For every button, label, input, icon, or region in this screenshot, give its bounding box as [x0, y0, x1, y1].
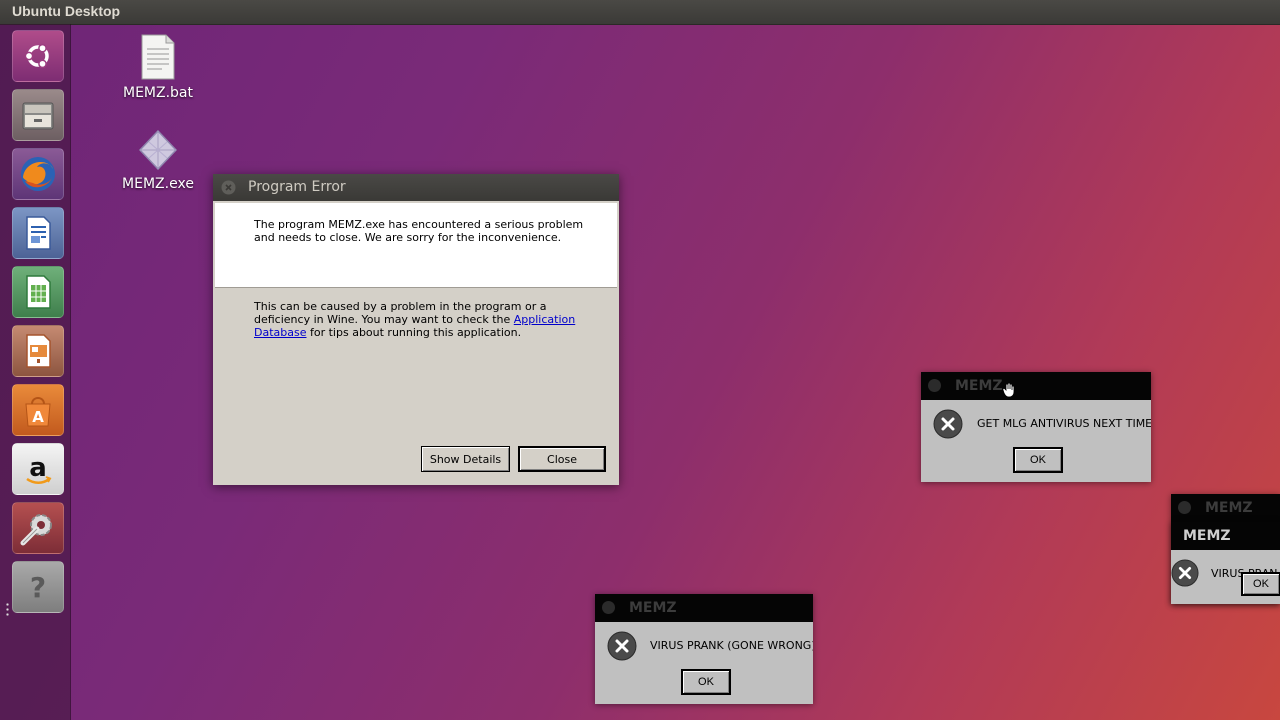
svg-text:?: ? [30, 571, 46, 604]
memz-message-box: MEMZ VIRUS PRAN OK [1171, 522, 1280, 604]
memz-message: VIRUS PRANK (GONE WRONG) [650, 639, 813, 652]
memz-message-box: MEMZ VIRUS PRANK (GONE WRONG) OK [595, 594, 813, 704]
text-file-icon [141, 34, 175, 80]
window-button-icon[interactable] [928, 379, 941, 392]
ok-button[interactable]: OK [1241, 572, 1280, 596]
amazon-icon: a [26, 453, 52, 484]
error-message-panel: The program MEMZ.exe has encountered a s… [215, 203, 617, 288]
program-error-titlebar[interactable]: Program Error [213, 174, 619, 201]
launcher-item-impress[interactable] [12, 325, 64, 377]
hand-cursor-icon [1002, 382, 1015, 398]
error-info-before: This can be caused by a problem in the p… [254, 300, 547, 326]
memz-message: GET MLG ANTIVIRUS NEXT TIME [977, 417, 1151, 430]
libreoffice-impress-icon [26, 334, 51, 368]
ubuntu-dash-icon [24, 43, 49, 69]
libreoffice-calc-icon [26, 275, 51, 309]
svg-text:A: A [32, 408, 44, 426]
error-info-text: This can be caused by a problem in the p… [254, 300, 599, 339]
error-icon [933, 409, 963, 439]
desktop-icon-memz-bat[interactable]: MEMZ.bat [113, 33, 203, 101]
desktop-icon-memz-exe[interactable]: MEMZ.exe [113, 128, 203, 192]
launcher-item-software-center[interactable]: A [12, 384, 64, 436]
ok-button[interactable]: OK [1013, 447, 1063, 473]
desktop-icon-label: MEMZ.exe [122, 176, 194, 192]
close-icon[interactable] [221, 180, 236, 195]
top-panel: Ubuntu Desktop [0, 0, 1280, 25]
close-button[interactable]: Close [518, 446, 606, 472]
memz-title: MEMZ [629, 600, 677, 616]
memz-titlebar[interactable]: MEMZ [1171, 494, 1280, 522]
error-message: The program MEMZ.exe has encountered a s… [254, 218, 584, 244]
unity-launcher: A a ? [0, 24, 71, 720]
launcher-item-settings[interactable] [12, 502, 64, 554]
launcher-item-firefox[interactable] [12, 148, 64, 200]
launcher-item-amazon[interactable]: a [12, 443, 64, 495]
memz-title: MEMZ [955, 378, 1003, 394]
program-error-window: Program Error The program MEMZ.exe has e… [213, 174, 619, 485]
memz-titlebar[interactable]: MEMZ [1171, 522, 1280, 550]
launcher-item-calc[interactable] [12, 266, 64, 318]
launcher-item-dash[interactable] [12, 30, 64, 82]
ok-button[interactable]: OK [681, 669, 731, 695]
memz-titlebar[interactable]: MEMZ [595, 594, 813, 622]
wine-exe-icon [138, 129, 178, 171]
memz-message-box: MEMZ GET MLG ANTIVIRUS NEXT TIME OK [921, 372, 1151, 482]
launcher-item-writer[interactable] [12, 207, 64, 259]
top-panel-title: Ubuntu Desktop [12, 3, 121, 19]
libreoffice-writer-icon [26, 216, 51, 250]
svg-text:a: a [29, 453, 47, 483]
memz-title: MEMZ [1183, 528, 1231, 544]
launcher-pip [6, 602, 9, 616]
memz-titlebar[interactable]: MEMZ [921, 372, 1151, 400]
desktop-icon-label: MEMZ.bat [123, 85, 193, 101]
launcher-item-help[interactable]: ? [12, 561, 64, 613]
memz-title: MEMZ [1205, 500, 1253, 516]
window-button-icon[interactable] [602, 601, 615, 614]
launcher-item-files[interactable] [12, 89, 64, 141]
files-icon [22, 102, 54, 130]
error-info-after: for tips about running this application. [306, 326, 522, 339]
software-center-icon: A [25, 397, 51, 427]
window-title: Program Error [248, 179, 346, 195]
firefox-icon [21, 157, 55, 191]
system-settings-icon [20, 514, 52, 546]
help-icon: ? [30, 571, 46, 604]
error-icon [607, 631, 637, 661]
show-details-button[interactable]: Show Details [421, 446, 510, 472]
window-button-icon[interactable] [1178, 501, 1191, 514]
error-icon [1171, 559, 1199, 587]
